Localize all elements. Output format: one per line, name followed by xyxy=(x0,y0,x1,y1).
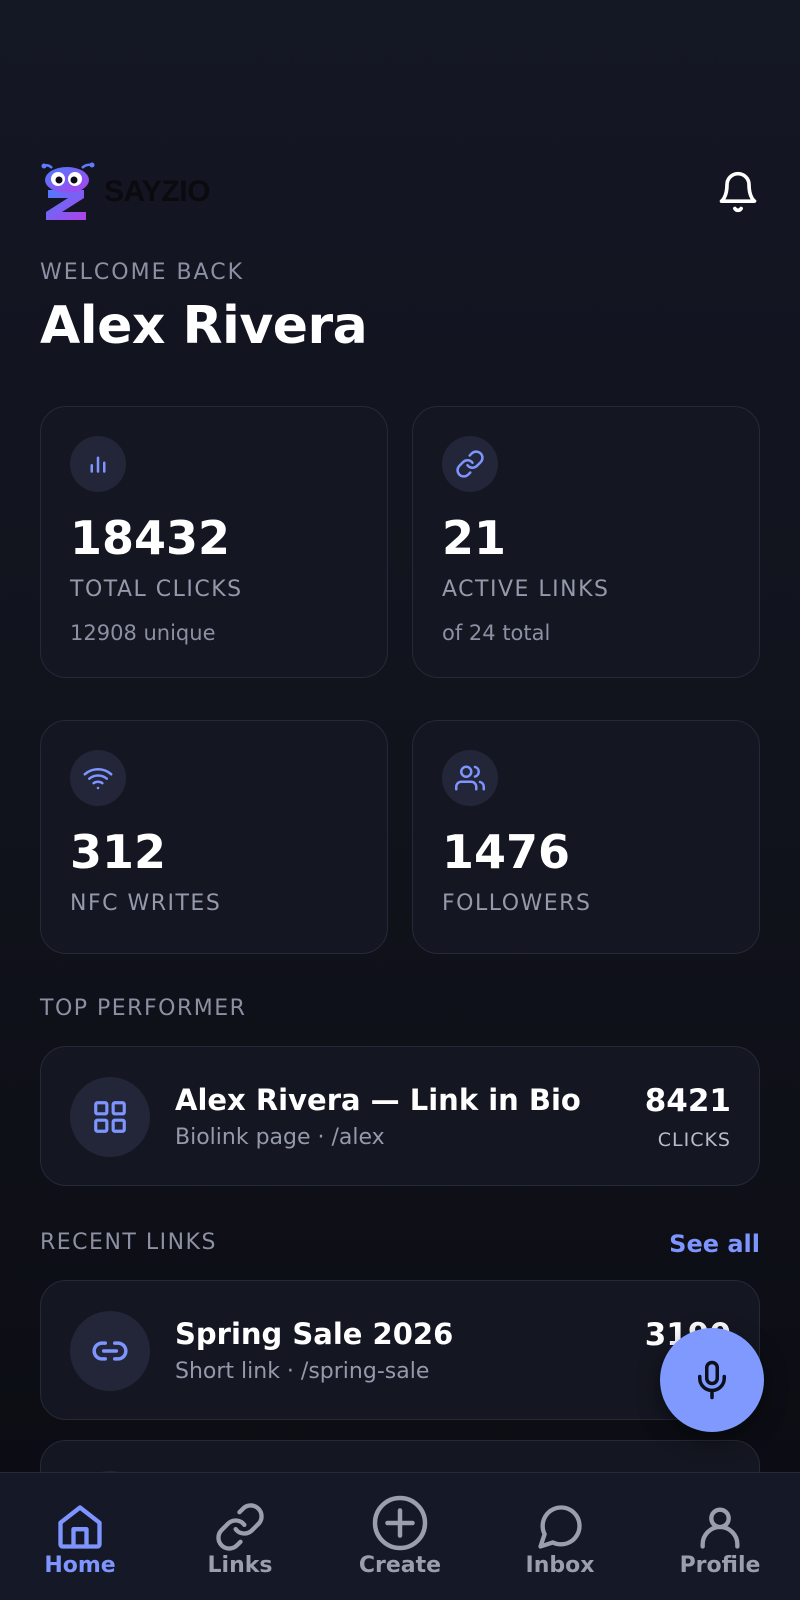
nav-label: Create xyxy=(358,1553,442,1578)
see-all-link[interactable]: See all xyxy=(669,1230,760,1258)
plus-circle-icon xyxy=(372,1495,428,1551)
link-title: Alex Rivera — Link in Bio xyxy=(175,1083,581,1117)
stat-value: 1476 xyxy=(442,825,571,879)
microphone-icon xyxy=(698,1360,726,1400)
brand-name: SAYZIO xyxy=(104,175,210,208)
stat-sub: of 24 total xyxy=(442,621,551,645)
voice-record-button[interactable] xyxy=(660,1328,764,1432)
brand-logo: SAYZIO xyxy=(40,162,210,222)
nav-label: Profile xyxy=(679,1553,761,1578)
grid-icon xyxy=(70,1077,150,1157)
link-subtitle: Biolink page · /alex xyxy=(175,1125,385,1150)
home-icon xyxy=(58,1505,102,1549)
nav-item-create[interactable]: Create xyxy=(320,1473,480,1600)
click-count-label: CLICKS xyxy=(657,1129,731,1151)
bottom-navigation: Home Links Create Inbox Profile xyxy=(0,1472,800,1600)
logo-mascot-icon xyxy=(41,162,95,220)
nav-item-home[interactable]: Home xyxy=(0,1473,160,1600)
user-icon xyxy=(700,1507,740,1549)
stat-value: 312 xyxy=(70,825,167,879)
nav-label: Home xyxy=(44,1553,116,1578)
link-subtitle: Short link · /spring-sale xyxy=(175,1359,430,1384)
link-icon xyxy=(216,1503,264,1551)
stat-card-active-links[interactable]: 21 ACTIVE LINKS of 24 total xyxy=(412,406,760,678)
nav-item-inbox[interactable]: Inbox xyxy=(480,1473,640,1600)
wifi-icon xyxy=(70,750,126,806)
chat-bubble-icon xyxy=(538,1505,582,1549)
stat-card-followers[interactable]: 1476 FOLLOWERS xyxy=(412,720,760,954)
link-icon xyxy=(70,1311,150,1391)
stat-label: TOTAL CLICKS xyxy=(70,577,243,602)
recent-link-card[interactable]: Spring Sale 2026 Short link · /spring-sa… xyxy=(40,1280,760,1420)
bell-icon[interactable] xyxy=(716,170,760,214)
nav-label: Inbox xyxy=(525,1553,595,1578)
nav-label: Links xyxy=(207,1553,273,1578)
stat-label: NFC WRITES xyxy=(70,891,222,916)
stat-sub: 12908 unique xyxy=(70,621,216,645)
stat-card-nfc-writes[interactable]: 312 NFC WRITES xyxy=(40,720,388,954)
stat-card-total-clicks[interactable]: 18432 TOTAL CLICKS 12908 unique xyxy=(40,406,388,678)
nav-item-profile[interactable]: Profile xyxy=(640,1473,800,1600)
user-name-heading: Alex Rivera xyxy=(40,296,368,356)
stat-label: FOLLOWERS xyxy=(442,891,592,916)
bar-chart-icon xyxy=(70,436,126,492)
top-performer-card[interactable]: Alex Rivera — Link in Bio Biolink page ·… xyxy=(40,1046,760,1186)
link-icon xyxy=(442,436,498,492)
stat-value: 21 xyxy=(442,511,507,565)
stat-value: 18432 xyxy=(70,511,231,565)
stat-label: ACTIVE LINKS xyxy=(442,577,610,602)
users-icon xyxy=(442,750,498,806)
app-header: SAYZIO xyxy=(40,160,760,224)
nav-item-links[interactable]: Links xyxy=(160,1473,320,1600)
top-performer-heading: TOP PERFORMER xyxy=(40,996,247,1021)
click-count: 8421 xyxy=(644,1083,731,1119)
link-title: Spring Sale 2026 xyxy=(175,1317,454,1351)
recent-links-heading: RECENT LINKS xyxy=(40,1230,217,1255)
welcome-label: WELCOME BACK xyxy=(40,260,245,285)
